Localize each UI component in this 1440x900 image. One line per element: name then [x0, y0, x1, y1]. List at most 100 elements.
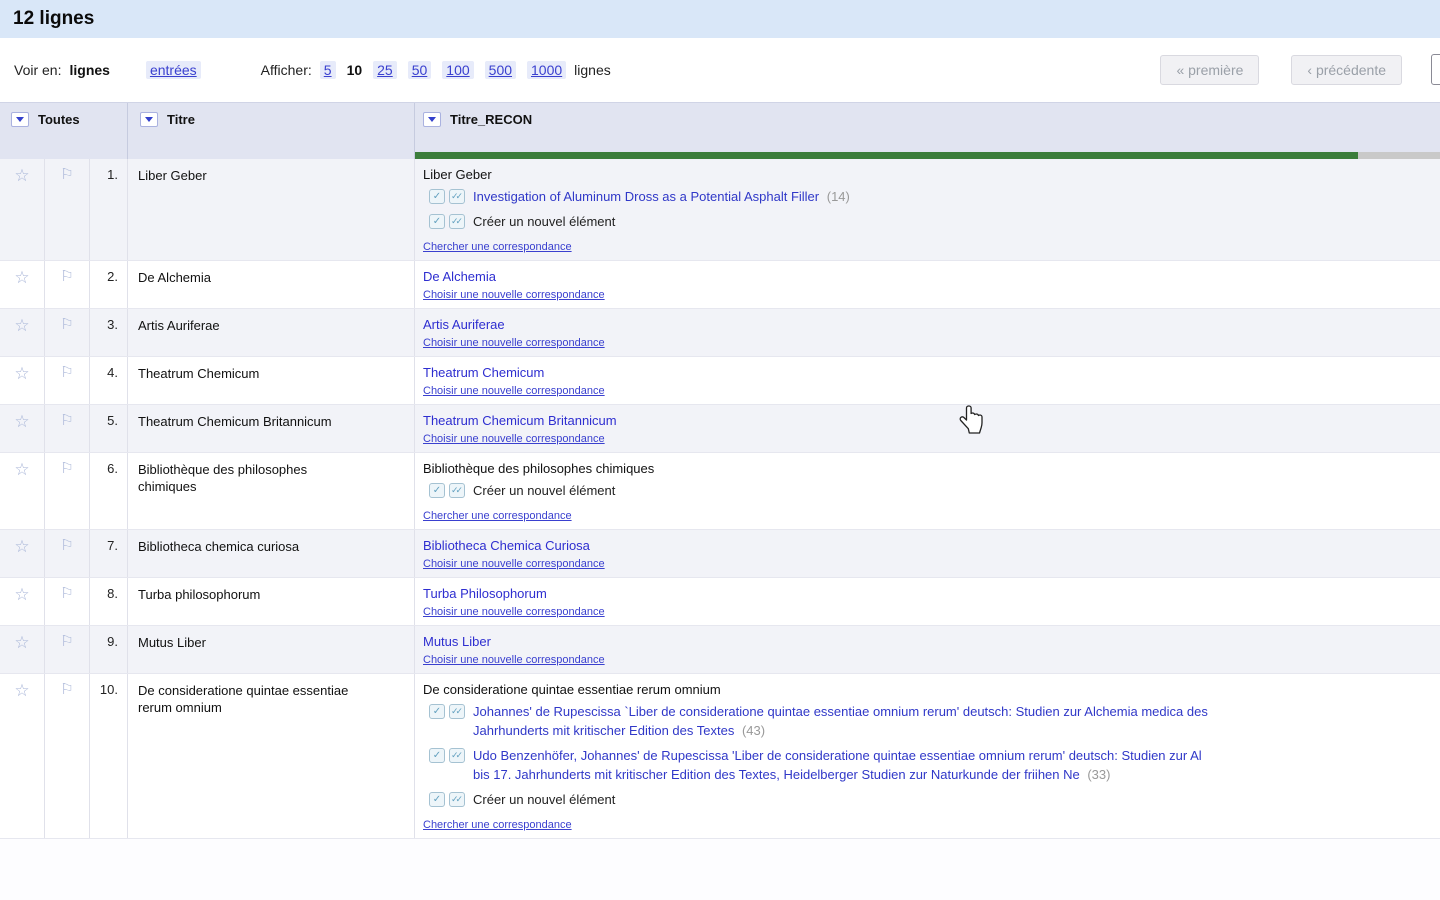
cell-titre[interactable]: Mutus Liber: [128, 626, 415, 673]
flag-icon[interactable]: ⚐: [60, 413, 73, 452]
candidate-link[interactable]: Jahrhunderts mit kritischer Edition des …: [473, 723, 734, 738]
cell-titre[interactable]: Artis Auriferae: [128, 309, 415, 356]
star-icon[interactable]: ☆: [14, 317, 29, 356]
choose-new-match-row: Choisir une nouvelle correspondance: [423, 429, 1440, 445]
page-size-50[interactable]: 50: [408, 61, 432, 79]
matched-value-link[interactable]: De Alchemia: [423, 269, 496, 284]
flag-icon[interactable]: ⚐: [60, 269, 73, 308]
flag-icon[interactable]: ⚐: [60, 167, 73, 260]
choose-new-match-link[interactable]: Choisir une nouvelle correspondance: [423, 385, 605, 397]
flag-icon[interactable]: ⚐: [60, 365, 73, 404]
flag-icon[interactable]: ⚐: [60, 634, 73, 673]
choose-new-match-link[interactable]: Choisir une nouvelle correspondance: [423, 654, 605, 666]
cell-titre[interactable]: Bibliothèque des philosophes chimiques: [128, 453, 415, 529]
matched-value-link[interactable]: Theatrum Chemicum Britannicum: [423, 413, 617, 428]
cell-titre-recon[interactable]: Bibliothèque des philosophes chimiques✓✓…: [415, 453, 1440, 529]
match-one-icon[interactable]: ✓: [429, 189, 445, 204]
match-all-icon[interactable]: ✓✓: [449, 483, 465, 498]
page-size-100[interactable]: 100: [442, 61, 473, 79]
table-header: Toutes Titre Titre_RECON: [0, 102, 1440, 159]
next-page-button-partial[interactable]: [1431, 54, 1440, 85]
star-icon[interactable]: ☆: [14, 413, 29, 452]
flag-icon[interactable]: ⚐: [60, 317, 73, 356]
matched-value-link[interactable]: Mutus Liber: [423, 634, 491, 649]
choose-new-match-link[interactable]: Choisir une nouvelle correspondance: [423, 558, 605, 570]
flag-icon[interactable]: ⚐: [60, 461, 73, 529]
candidate-line: Jahrhunderts mit kritischer Edition des …: [473, 721, 1440, 740]
cell-titre[interactable]: Bibliotheca chemica curiosa: [128, 530, 415, 577]
create-new-item-link[interactable]: Créer un nouvel élément: [473, 214, 615, 229]
cell-titre-recon[interactable]: Artis Auriferae Choisir une nouvelle corr…: [415, 309, 1440, 356]
match-one-icon[interactable]: ✓: [429, 704, 445, 719]
match-all-icon[interactable]: ✓✓: [449, 214, 465, 229]
cell-titre[interactable]: Turba philosophorum: [128, 578, 415, 625]
match-all-icon[interactable]: ✓✓: [449, 704, 465, 719]
create-new-item-link[interactable]: Créer un nouvel élément: [473, 792, 615, 807]
cell-titre-recon[interactable]: Mutus Liber Choisir une nouvelle correspo…: [415, 626, 1440, 673]
row-index: 4.: [90, 357, 128, 404]
cell-titre-recon[interactable]: Theatrum Chemicum Choisir une nouvelle co…: [415, 357, 1440, 404]
star-icon[interactable]: ☆: [14, 461, 29, 529]
candidate-link[interactable]: Johannes' de Rupescissa `Liber de consid…: [473, 704, 1208, 719]
create-new-row: ✓✓✓Créer un nouvel élément: [429, 481, 1440, 500]
star-icon[interactable]: ☆: [14, 634, 29, 673]
star-icon[interactable]: ☆: [14, 538, 29, 577]
page-size-5[interactable]: 5: [320, 61, 336, 79]
create-new-item-link[interactable]: Créer un nouvel élément: [473, 483, 615, 498]
matched-value-link[interactable]: Artis Auriferae: [423, 317, 505, 332]
matched-value-link[interactable]: Turba Philosophorum: [423, 586, 547, 601]
search-match-link[interactable]: Chercher une correspondance: [423, 241, 572, 253]
choose-new-match-link[interactable]: Choisir une nouvelle correspondance: [423, 289, 605, 301]
all-column-menu-button[interactable]: [11, 112, 29, 127]
star-icon[interactable]: ☆: [14, 365, 29, 404]
cell-titre[interactable]: De Alchemia: [128, 261, 415, 308]
flag-icon[interactable]: ⚐: [60, 682, 73, 838]
cell-titre[interactable]: Theatrum Chemicum: [128, 357, 415, 404]
cell-titre[interactable]: De consideratione quintae essentiae reru…: [128, 674, 415, 838]
star-icon[interactable]: ☆: [14, 269, 29, 308]
matched-value-link[interactable]: Bibliotheca Chemica Curiosa: [423, 538, 590, 553]
choose-new-match-row: Choisir une nouvelle correspondance: [423, 285, 1440, 301]
cell-titre-recon[interactable]: Liber Geber✓✓✓Investigation of Aluminum …: [415, 159, 1440, 260]
cell-titre-recon[interactable]: De consideratione quintae essentiae reru…: [415, 674, 1440, 838]
match-all-icon[interactable]: ✓✓: [449, 792, 465, 807]
choose-new-match-link[interactable]: Choisir une nouvelle correspondance: [423, 433, 605, 445]
flag-icon[interactable]: ⚐: [60, 538, 73, 577]
cell-titre-recon[interactable]: De Alchemia Choisir une nouvelle correspo…: [415, 261, 1440, 308]
star-icon[interactable]: ☆: [14, 586, 29, 625]
candidate-link[interactable]: Investigation of Aluminum Dross as a Pot…: [473, 189, 819, 204]
recon-candidate: ✓✓✓Investigation of Aluminum Dross as a …: [429, 187, 1440, 206]
cell-titre-recon[interactable]: Bibliotheca Chemica Curiosa Choisir une n…: [415, 530, 1440, 577]
cell-titre-recon[interactable]: Theatrum Chemicum Britannicum Choisir une…: [415, 405, 1440, 452]
star-icon[interactable]: ☆: [14, 682, 29, 838]
match-one-icon[interactable]: ✓: [429, 748, 445, 763]
row-index: 9.: [90, 626, 128, 673]
cell-titre[interactable]: Theatrum Chemicum Britannicum: [128, 405, 415, 452]
search-match-link[interactable]: Chercher une correspondance: [423, 510, 572, 522]
cell-titre[interactable]: Liber Geber: [128, 159, 415, 260]
choose-new-match-link[interactable]: Choisir une nouvelle correspondance: [423, 606, 605, 618]
match-all-icon[interactable]: ✓✓: [449, 748, 465, 763]
cell-titre-recon[interactable]: Turba Philosophorum Choisir une nouvelle …: [415, 578, 1440, 625]
view-mode-records-link[interactable]: entrées: [146, 61, 201, 79]
titre-recon-column-menu-button[interactable]: [423, 112, 441, 127]
page-size-1000[interactable]: 1000: [527, 61, 566, 79]
match-all-icon[interactable]: ✓✓: [449, 189, 465, 204]
page-size-500[interactable]: 500: [485, 61, 516, 79]
cell-titre-text: De consideratione quintae essentiae reru…: [138, 682, 350, 716]
matched-value-link[interactable]: Theatrum Chemicum: [423, 365, 544, 380]
choose-new-match-link[interactable]: Choisir une nouvelle correspondance: [423, 337, 605, 349]
page-size-25[interactable]: 25: [373, 61, 397, 79]
match-one-icon[interactable]: ✓: [429, 214, 445, 229]
star-cell: ☆: [0, 261, 45, 308]
flag-cell: ⚐: [45, 309, 90, 356]
flag-cell: ⚐: [45, 159, 90, 260]
titre-column-menu-button[interactable]: [140, 112, 158, 127]
candidate-link[interactable]: bis 17. Jahrhunderts mit kritischer Edit…: [473, 767, 1080, 782]
candidate-link[interactable]: Udo Benzenhöfer, Johannes' de Rupescissa…: [473, 748, 1202, 763]
star-icon[interactable]: ☆: [14, 167, 29, 260]
match-one-icon[interactable]: ✓: [429, 792, 445, 807]
match-one-icon[interactable]: ✓: [429, 483, 445, 498]
flag-icon[interactable]: ⚐: [60, 586, 73, 625]
search-match-link[interactable]: Chercher une correspondance: [423, 819, 572, 831]
